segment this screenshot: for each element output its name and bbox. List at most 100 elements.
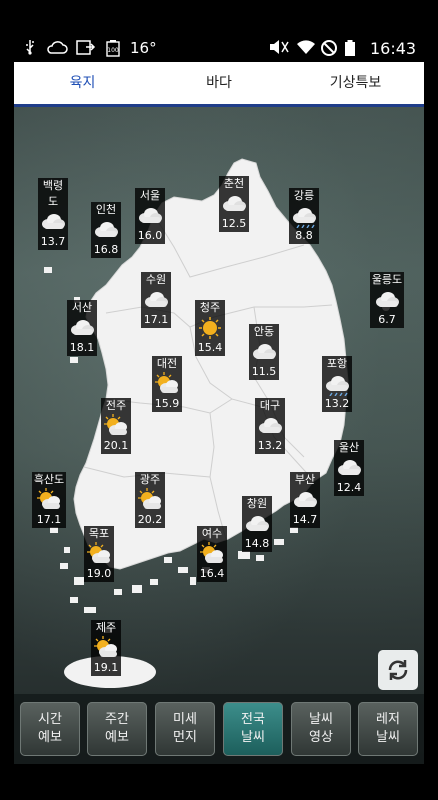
- city-name: 목포: [84, 526, 114, 542]
- city-daegu[interactable]: 대구 13.2: [255, 398, 285, 454]
- city-name: 강릉: [289, 188, 319, 204]
- cloud-icon: [255, 414, 285, 438]
- city-temp: 19.1: [91, 660, 121, 676]
- partly-cloudy-icon: [101, 413, 131, 438]
- city-temp: 13.2: [322, 396, 352, 412]
- city-name: 전주: [101, 398, 131, 414]
- city-pohang[interactable]: 포항 13.2: [322, 356, 352, 412]
- city-name: 포항: [322, 356, 352, 372]
- city-name: 부산: [290, 472, 320, 488]
- nav-national-weather[interactable]: 전국 날씨: [223, 702, 283, 756]
- nav-label-line2: 예보: [105, 730, 129, 745]
- city-temp: 15.9: [152, 396, 182, 412]
- city-cheongju[interactable]: 청주 15.4: [195, 300, 225, 356]
- app-screen: 육지 바다 기상특보 백령도 13.7 인천 16.8 서울 16.0 춘천 1…: [14, 62, 424, 764]
- city-temp: 20.1: [101, 438, 131, 454]
- city-temp: 16.4: [197, 566, 227, 582]
- nav-label-line1: 미세: [173, 712, 197, 727]
- cloud-icon: [219, 192, 249, 216]
- nav-label-line1: 날씨: [309, 712, 333, 727]
- city-gangneung[interactable]: 강릉 8.8: [289, 188, 319, 244]
- nav-label-line1: 레저: [376, 712, 400, 727]
- city-name: 수원: [141, 272, 171, 288]
- city-name: 울릉도: [370, 272, 404, 288]
- city-suwon[interactable]: 수원 17.1: [141, 272, 171, 328]
- partly-cloudy-icon: [91, 635, 121, 660]
- city-temp: 12.5: [219, 216, 249, 232]
- usb-icon: [24, 39, 36, 59]
- city-temp: 20.2: [135, 512, 165, 528]
- nav-fine-dust[interactable]: 미세 먼지: [155, 702, 215, 756]
- tab-bar: 육지 바다 기상특보: [14, 62, 424, 107]
- cloud-icon: [38, 210, 68, 234]
- city-busan[interactable]: 부산 14.7: [290, 472, 320, 528]
- city-yeosu[interactable]: 여수 16.4: [197, 526, 227, 582]
- city-jeonju[interactable]: 전주 20.1: [101, 398, 131, 454]
- city-seosan[interactable]: 서산 18.1: [67, 300, 97, 356]
- cloud-icon: [135, 204, 165, 228]
- status-bar: 100 16° 16:43: [14, 36, 424, 62]
- city-heuksando[interactable]: 흑산도 17.1: [32, 472, 66, 528]
- city-name: 안동: [249, 324, 279, 340]
- city-changwon[interactable]: 창원 14.8: [242, 496, 272, 552]
- cloud-icon: [370, 288, 404, 312]
- city-chuncheon[interactable]: 춘천 12.5: [219, 176, 249, 232]
- city-daejeon[interactable]: 대전 15.9: [152, 356, 182, 412]
- tab-land[interactable]: 육지: [14, 62, 151, 104]
- city-name: 여수: [197, 526, 227, 542]
- cloud-icon: [91, 218, 121, 242]
- city-temp: 18.1: [67, 340, 97, 356]
- city-temp: 19.0: [84, 566, 114, 582]
- city-name: 흑산도: [32, 472, 66, 488]
- nav-weekly-forecast[interactable]: 주간 예보: [87, 702, 147, 756]
- city-name: 서울: [135, 188, 165, 204]
- city-andong[interactable]: 안동 11.5: [249, 324, 279, 380]
- nav-label-line2: 날씨: [241, 730, 265, 745]
- nav-hourly-forecast[interactable]: 시간 예보: [20, 702, 80, 756]
- cloud-status-icon: [46, 39, 68, 59]
- city-temp: 14.7: [290, 512, 320, 528]
- status-temperature: 16°: [130, 39, 157, 57]
- city-temp: 16.0: [135, 228, 165, 244]
- city-temp: 8.8: [289, 228, 319, 244]
- city-incheon[interactable]: 인천 16.8: [91, 202, 121, 258]
- refresh-icon: [388, 660, 408, 680]
- battery-saver-icon: 100: [106, 39, 120, 61]
- city-ulleungdo[interactable]: 울릉도 6.7: [370, 272, 404, 328]
- rain-cloud-icon: [289, 204, 319, 228]
- city-name: 인천: [91, 202, 121, 218]
- nav-leisure-weather[interactable]: 레저 날씨: [358, 702, 418, 756]
- nav-label-line2: 예보: [38, 730, 62, 745]
- city-gwangju[interactable]: 광주 20.2: [135, 472, 165, 528]
- nav-label-line1: 전국: [241, 712, 265, 727]
- city-ulsan[interactable]: 울산 12.4: [334, 440, 364, 496]
- city-jeju[interactable]: 제주 19.1: [91, 620, 121, 676]
- city-temp: 6.7: [370, 312, 404, 328]
- city-temp: 12.4: [334, 480, 364, 496]
- city-temp: 16.8: [91, 242, 121, 258]
- city-name: 춘천: [219, 176, 249, 192]
- partly-cloudy-icon: [152, 371, 182, 396]
- city-name: 제주: [91, 620, 121, 636]
- city-temp: 17.1: [32, 512, 66, 528]
- city-mokpo[interactable]: 목포 19.0: [84, 526, 114, 582]
- city-temp: 13.2: [255, 438, 285, 454]
- sun-icon: [195, 316, 225, 340]
- nav-weather-video[interactable]: 날씨 영상: [291, 702, 351, 756]
- city-baengnyeongdo[interactable]: 백령도 13.7: [38, 178, 68, 250]
- refresh-button[interactable]: [378, 650, 418, 690]
- nav-label-line1: 주간: [105, 712, 129, 727]
- tab-sea[interactable]: 바다: [151, 62, 287, 104]
- city-name: 서산: [67, 300, 97, 316]
- city-name: 백령도: [38, 178, 68, 210]
- cloud-icon: [67, 316, 97, 340]
- battery-level-label: 100: [107, 47, 119, 54]
- cloud-icon: [141, 288, 171, 312]
- city-name: 창원: [242, 496, 272, 512]
- city-name: 대전: [152, 356, 182, 372]
- cloud-icon: [334, 456, 364, 480]
- city-seoul[interactable]: 서울 16.0: [135, 188, 165, 244]
- city-temp: 17.1: [141, 312, 171, 328]
- tab-weather-warning[interactable]: 기상특보: [287, 62, 424, 104]
- do-not-disturb-icon: [320, 39, 338, 61]
